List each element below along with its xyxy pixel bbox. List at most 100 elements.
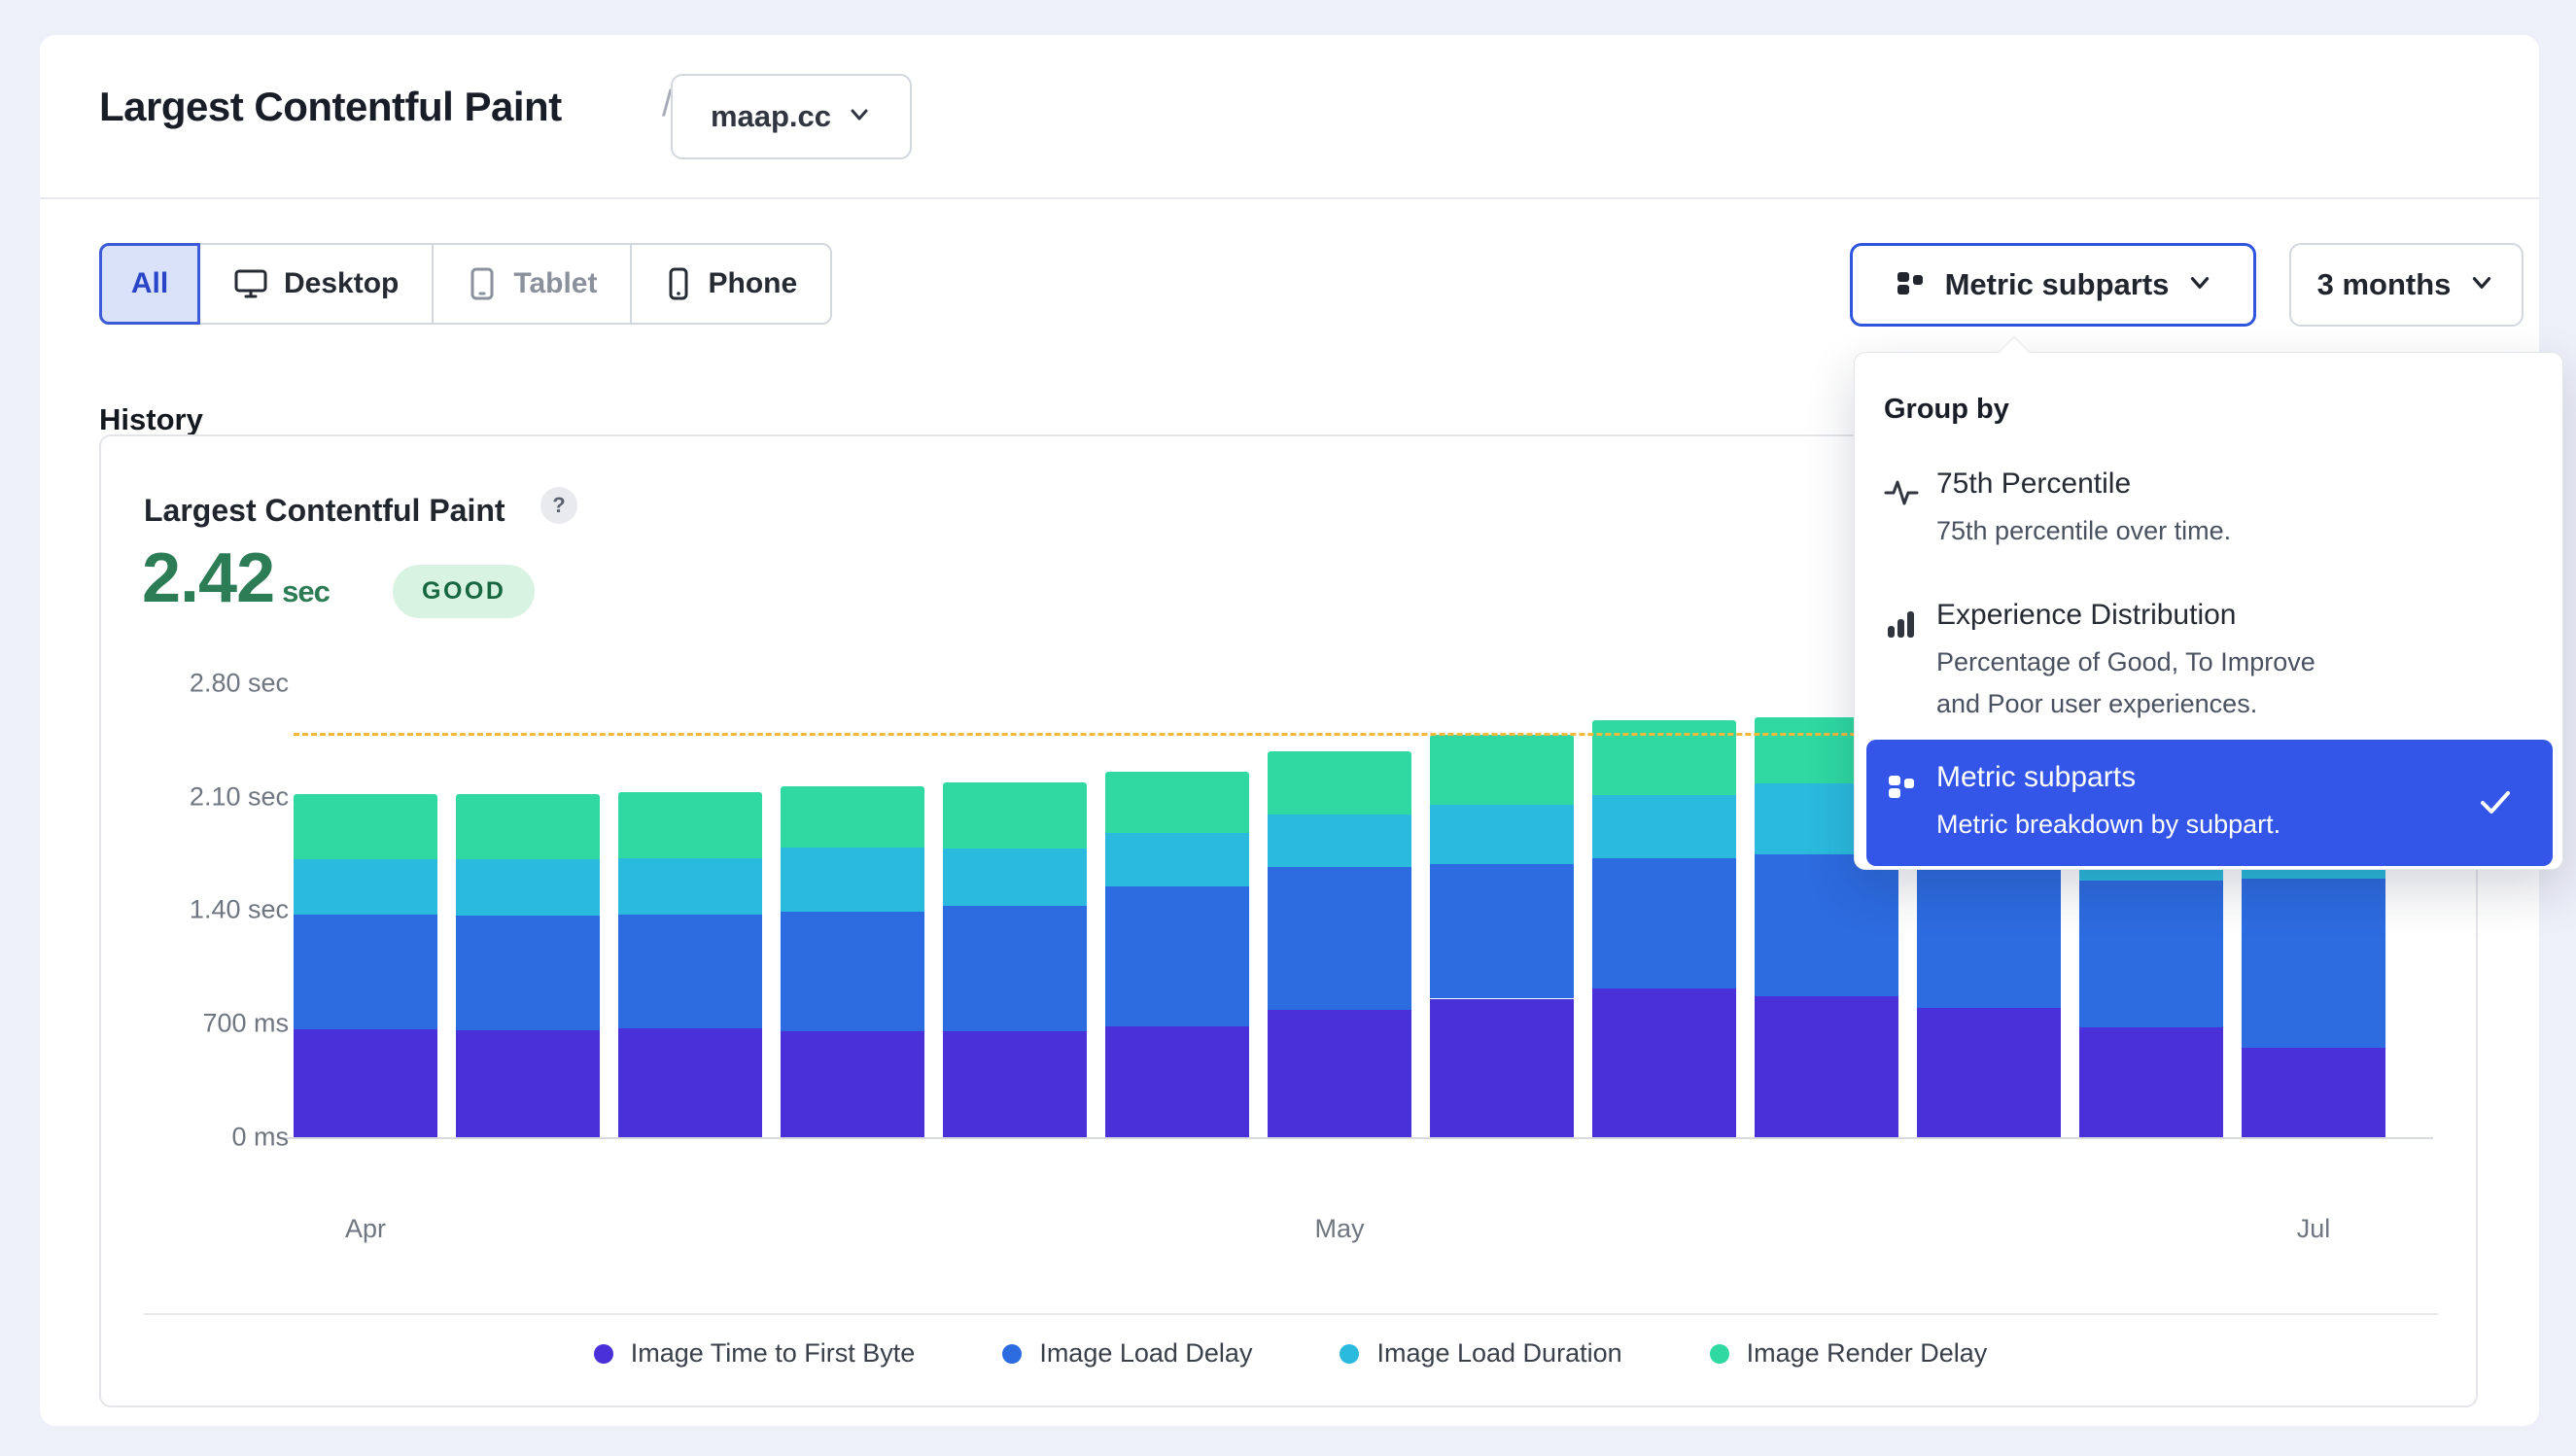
bar-segment[interactable]: [781, 1031, 924, 1137]
bar-segment[interactable]: [1430, 735, 1574, 805]
bar-segment[interactable]: [2242, 879, 2385, 1048]
tab-phone[interactable]: Phone: [632, 243, 832, 325]
x-axis-line: [277, 1137, 2433, 1139]
group-by-dropdown-menu: Group by 75th Percentile 75th percentile …: [1854, 352, 2563, 870]
bar-segment[interactable]: [1755, 854, 1898, 997]
page-title: Largest Contentful Paint: [99, 84, 562, 130]
bar-segment[interactable]: [781, 848, 924, 912]
bar-segment[interactable]: [1105, 1026, 1249, 1137]
group-by-dropdown-button[interactable]: Metric subparts: [1850, 243, 2256, 327]
legend-dot-icon: [594, 1344, 613, 1364]
bar-segment[interactable]: [1592, 720, 1736, 795]
legend-dot-icon: [1002, 1344, 1022, 1364]
x-axis-label: Apr: [345, 1214, 386, 1244]
tab-label: All: [131, 267, 168, 300]
blocks-icon: [1893, 265, 1928, 305]
bar-segment[interactable]: [1592, 795, 1736, 858]
bar-segment[interactable]: [456, 916, 600, 1029]
tab-desktop[interactable]: Desktop: [200, 243, 434, 325]
bar-segment[interactable]: [943, 1031, 1087, 1137]
bar-segment[interactable]: [618, 858, 762, 915]
pulse-icon: [1884, 475, 1919, 515]
phone-icon: [665, 266, 692, 301]
dropdown-item-description: Metric breakdown by subpart.: [1936, 804, 2280, 846]
bar-segment[interactable]: [2079, 1027, 2223, 1137]
dropdown-item-title: Metric subparts: [1936, 761, 2136, 794]
bar-segment[interactable]: [1105, 886, 1249, 1025]
blocks-icon: [1884, 769, 1919, 809]
dropdown-item-experience-distribution[interactable]: Experience Distribution Percentage of Goo…: [1866, 599, 2553, 735]
bar-segment[interactable]: [1430, 805, 1574, 864]
date-range-button[interactable]: 3 months: [2289, 243, 2524, 327]
bar-segment[interactable]: [2079, 881, 2223, 1027]
dropdown-item-title: Experience Distribution: [1936, 599, 2236, 632]
dropdown-header: Group by: [1884, 394, 2009, 426]
tab-label: Phone: [708, 267, 797, 300]
bar-segment[interactable]: [456, 1030, 600, 1137]
bar-segment[interactable]: [943, 782, 1087, 849]
bar-segment[interactable]: [1592, 858, 1736, 988]
y-axis-tick: 700 ms: [104, 1009, 289, 1039]
y-axis-tick: 0 ms: [104, 1123, 289, 1153]
bar-segment[interactable]: [456, 859, 600, 916]
x-axis-label: Jul: [2297, 1214, 2331, 1244]
bar-segment[interactable]: [1268, 751, 1411, 815]
bar-segment[interactable]: [618, 1028, 762, 1137]
legend-item: Image Time to First Byte: [594, 1338, 916, 1369]
bar-segment[interactable]: [294, 794, 437, 859]
bar-segment[interactable]: [1917, 1008, 2061, 1137]
desktop-icon: [233, 267, 268, 300]
legend-label: Image Render Delay: [1747, 1338, 1988, 1369]
site-selector-value: maap.cc: [711, 99, 831, 134]
bar-segment[interactable]: [456, 794, 600, 859]
bar-segment[interactable]: [1917, 865, 2061, 1008]
dropdown-item-metric-subparts[interactable]: Metric subparts Metric breakdown by subpa…: [1866, 740, 2553, 866]
y-axis-tick: 1.40 sec: [104, 895, 289, 925]
tab-all[interactable]: All: [99, 243, 200, 325]
legend-divider: [144, 1313, 2438, 1315]
bar-segment[interactable]: [1105, 772, 1249, 832]
bar-segment[interactable]: [943, 906, 1087, 1031]
bar-segment[interactable]: [294, 915, 437, 1029]
dropdown-item-title: 75th Percentile: [1936, 468, 2131, 501]
dropdown-item-description: Percentage of Good, To Improveand Poor u…: [1936, 641, 2315, 725]
bar-segment[interactable]: [2242, 1048, 2385, 1137]
bar-segment[interactable]: [618, 915, 762, 1028]
page: Largest Contentful Paint / maap.cc AllDe…: [0, 0, 2576, 1456]
tab-tablet[interactable]: Tablet: [434, 243, 632, 325]
device-tabs: All Desktop Tablet Phone: [99, 243, 832, 325]
header-divider: [40, 197, 2539, 199]
legend-label: Image Load Delay: [1039, 1338, 1252, 1369]
bar-chart-icon: [1884, 607, 1919, 646]
dropdown-item-75th-percentile[interactable]: 75th Percentile 75th percentile over time…: [1866, 468, 2553, 584]
legend-label: Image Time to First Byte: [631, 1338, 916, 1369]
bar-segment[interactable]: [1268, 1010, 1411, 1137]
date-range-label: 3 months: [2317, 267, 2452, 302]
bar-segment[interactable]: [781, 786, 924, 848]
tab-label: Tablet: [513, 267, 597, 300]
bar-segment[interactable]: [781, 912, 924, 1031]
bar-segment[interactable]: [618, 792, 762, 858]
x-axis-label: May: [1314, 1214, 1364, 1244]
chevron-down-icon: [847, 102, 872, 132]
legend-label: Image Load Duration: [1376, 1338, 1621, 1369]
bar-segment[interactable]: [294, 1029, 437, 1137]
y-axis-tick: 2.80 sec: [104, 668, 289, 698]
y-axis-tick: 2.10 sec: [104, 781, 289, 812]
bar-segment[interactable]: [1105, 833, 1249, 887]
bar-segment[interactable]: [1268, 867, 1411, 1010]
bar-segment[interactable]: [1430, 999, 1574, 1137]
bar-segment[interactable]: [294, 859, 437, 915]
bar-segment[interactable]: [1755, 996, 1898, 1137]
legend-item: Image Load Duration: [1340, 1338, 1621, 1369]
bar-segment[interactable]: [943, 849, 1087, 906]
legend-item: Image Render Delay: [1710, 1338, 1988, 1369]
dropdown-item-description: 75th percentile over time.: [1936, 510, 2231, 552]
bar-segment[interactable]: [1268, 815, 1411, 868]
chart-legend: Image Time to First Byte Image Load Delay…: [101, 1338, 2480, 1369]
site-selector[interactable]: maap.cc: [671, 74, 912, 159]
history-heading: History: [99, 402, 203, 437]
bar-segment[interactable]: [1430, 864, 1574, 999]
group-by-button-label: Metric subparts: [1945, 267, 2170, 302]
bar-segment[interactable]: [1592, 988, 1736, 1137]
